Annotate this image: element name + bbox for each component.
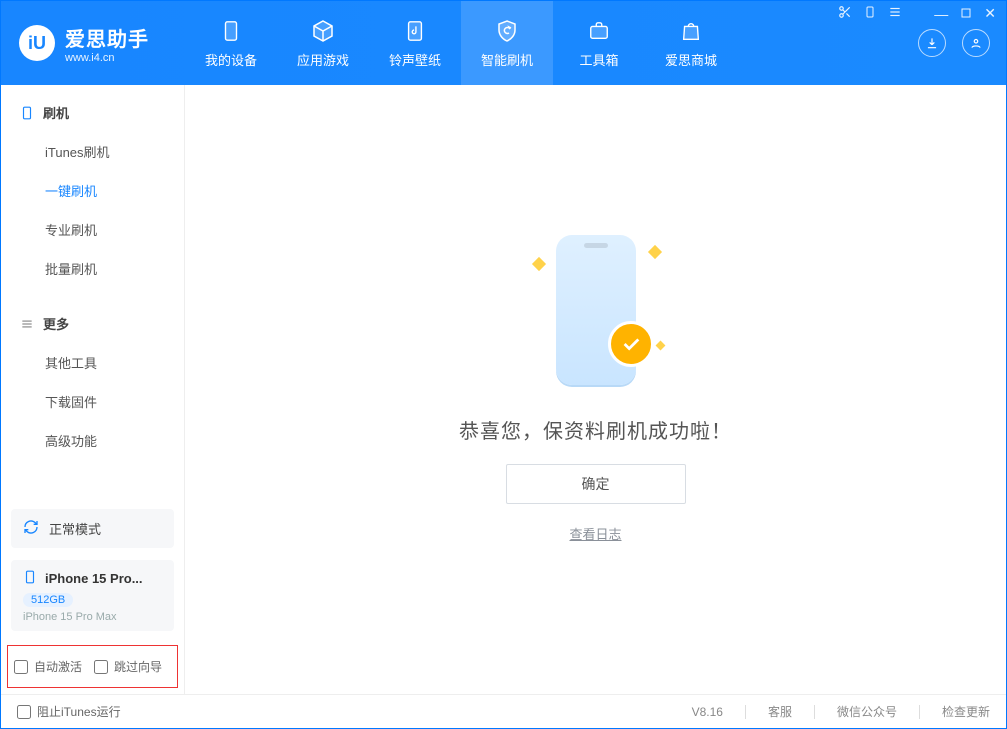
sidebar-group-label: 更多 <box>43 314 69 333</box>
maximize-button[interactable] <box>960 6 972 22</box>
nav-label: 应用游戏 <box>297 50 349 69</box>
phone-icon <box>218 18 244 44</box>
sidebar-group-label: 刷机 <box>43 103 69 122</box>
sidebar-item-download-firmware[interactable]: 下载固件 <box>1 382 184 421</box>
sidebar-item-batch-flash[interactable]: 批量刷机 <box>1 249 184 288</box>
nav-store[interactable]: 爱思商城 <box>645 1 737 85</box>
phone-outline-icon[interactable] <box>864 5 876 22</box>
view-log-link[interactable]: 查看日志 <box>569 524 621 543</box>
logo-icon: iU <box>19 25 55 61</box>
sparkle-icon <box>647 245 661 259</box>
main-content: 恭喜您，保资料刷机成功啦！ 确定 查看日志 <box>185 85 1006 694</box>
list-icon <box>19 316 35 332</box>
music-note-icon <box>402 18 428 44</box>
top-nav: 我的设备 应用游戏 铃声壁纸 智能刷机 <box>185 1 918 85</box>
check-badge-icon <box>608 321 654 367</box>
footer-check-updates-link[interactable]: 检查更新 <box>942 703 990 720</box>
nav-label: 铃声壁纸 <box>389 50 441 69</box>
app-subtitle: www.i4.cn <box>65 52 149 64</box>
sparkle-icon <box>531 257 545 271</box>
footer: 阻止iTunes运行 V8.16 客服 微信公众号 检查更新 <box>1 694 1006 728</box>
device-capacity-badge: 512GB <box>23 593 73 607</box>
download-button[interactable] <box>918 29 946 57</box>
version-label: V8.16 <box>692 705 723 719</box>
app-title: 爱思助手 <box>65 23 149 52</box>
sidebar-item-other-tools[interactable]: 其他工具 <box>1 343 184 382</box>
block-itunes-checkbox[interactable]: 阻止iTunes运行 <box>17 703 121 720</box>
minimize-button[interactable]: — <box>934 6 948 22</box>
shopping-bag-icon <box>678 18 704 44</box>
nav-ringtones-wallpapers[interactable]: 铃声壁纸 <box>369 1 461 85</box>
success-illustration <box>526 235 666 395</box>
close-button[interactable]: ✕ <box>984 5 996 22</box>
sidebar: 刷机 iTunes刷机 一键刷机 专业刷机 批量刷机 更多 其他工具 下载固件 … <box>1 85 185 694</box>
account-button[interactable] <box>962 29 990 57</box>
sidebar-item-pro-flash[interactable]: 专业刷机 <box>1 210 184 249</box>
block-itunes-label: 阻止iTunes运行 <box>37 703 121 720</box>
logo-block: iU 爱思助手 www.i4.cn <box>1 1 185 85</box>
nav-apps-games[interactable]: 应用游戏 <box>277 1 369 85</box>
nav-label: 爱思商城 <box>665 50 717 69</box>
briefcase-icon <box>586 18 612 44</box>
menu-icon[interactable] <box>888 5 902 22</box>
sparkle-icon <box>655 341 665 351</box>
nav-smart-flash[interactable]: 智能刷机 <box>461 1 553 85</box>
nav-label: 我的设备 <box>205 50 257 69</box>
skip-wizard-checkbox[interactable]: 跳过向导 <box>94 658 162 675</box>
success-title: 恭喜您，保资料刷机成功啦！ <box>459 415 732 444</box>
highlight-box: 自动激活 跳过向导 <box>7 645 178 688</box>
nav-label: 智能刷机 <box>481 50 533 69</box>
skip-wizard-input[interactable] <box>94 660 108 674</box>
nav-my-device[interactable]: 我的设备 <box>185 1 277 85</box>
nav-label: 工具箱 <box>579 50 618 69</box>
scissors-icon[interactable] <box>838 5 852 22</box>
mode-row[interactable]: 正常模式 <box>11 509 174 548</box>
device-icon <box>23 568 37 589</box>
skip-wizard-label: 跳过向导 <box>114 658 162 675</box>
sidebar-group-more[interactable]: 更多 <box>1 304 184 343</box>
sidebar-item-advanced[interactable]: 高级功能 <box>1 421 184 460</box>
cube-icon <box>310 18 336 44</box>
ok-button[interactable]: 确定 <box>506 464 686 504</box>
footer-wechat-link[interactable]: 微信公众号 <box>837 703 897 720</box>
sidebar-group-flash[interactable]: 刷机 <box>1 93 184 132</box>
auto-activate-checkbox[interactable]: 自动激活 <box>14 658 82 675</box>
nav-toolbox[interactable]: 工具箱 <box>553 1 645 85</box>
mode-label: 正常模式 <box>49 519 101 538</box>
device-name: iPhone 15 Pro... <box>45 571 143 586</box>
sidebar-item-itunes-flash[interactable]: iTunes刷机 <box>1 132 184 171</box>
device-row[interactable]: iPhone 15 Pro... 512GB iPhone 15 Pro Max <box>11 560 174 631</box>
device-model: iPhone 15 Pro Max <box>23 611 162 623</box>
auto-activate-label: 自动激活 <box>34 658 82 675</box>
shield-refresh-icon <box>494 18 520 44</box>
auto-activate-input[interactable] <box>14 660 28 674</box>
refresh-icon <box>23 519 39 538</box>
footer-support-link[interactable]: 客服 <box>768 703 792 720</box>
phone-small-icon <box>19 105 35 121</box>
sidebar-item-oneclick-flash[interactable]: 一键刷机 <box>1 171 184 210</box>
block-itunes-input[interactable] <box>17 705 31 719</box>
